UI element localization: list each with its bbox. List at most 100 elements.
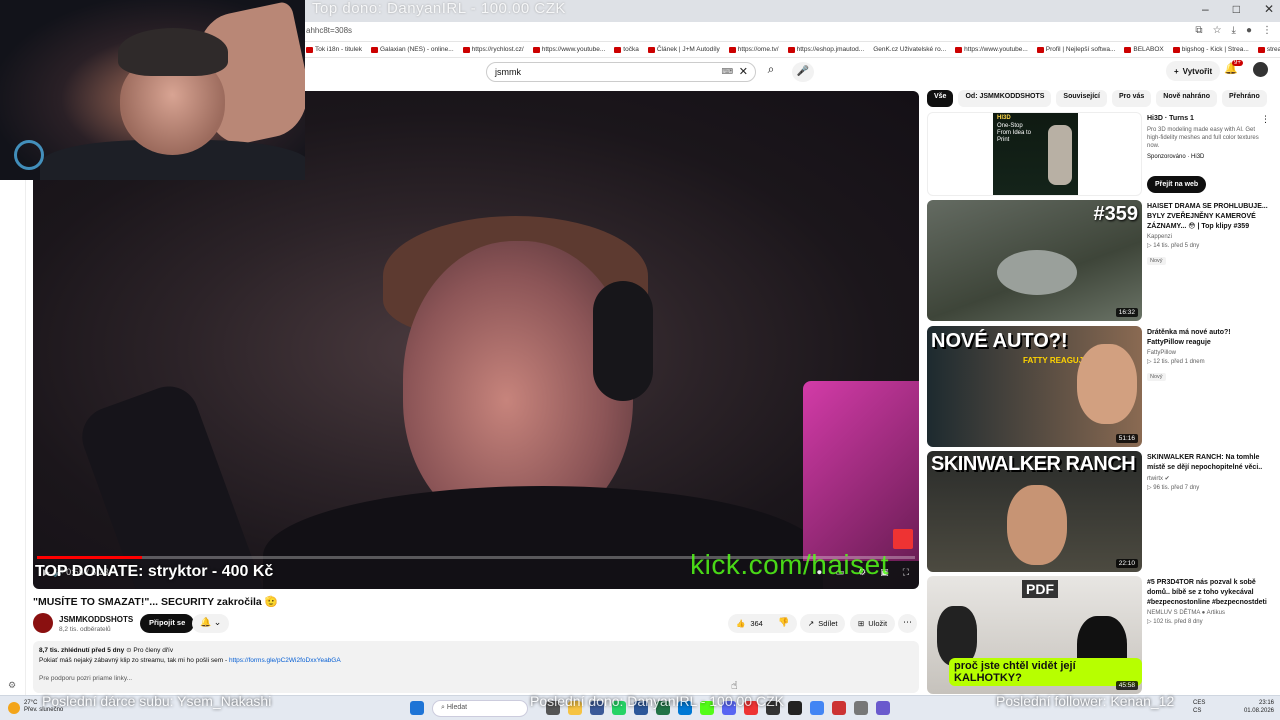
subscriber-count: 8,2 tis. odběratelů	[59, 626, 111, 633]
like-count: 364	[750, 619, 763, 628]
bookmark[interactable]: Profil | Nejlepší softwa...	[1036, 46, 1115, 53]
video-thumbnail[interactable]: SKINWALKER RANCH 22:10	[927, 451, 1142, 572]
bookmark[interactable]: GenK.cz Uživatelské ro...	[873, 46, 946, 53]
bookmark-favicon-icon	[614, 46, 622, 53]
settings-gear-icon[interactable]: ⚙	[8, 680, 16, 691]
bookmark[interactable]: BELABOX	[1124, 46, 1164, 53]
video-description[interactable]: 8,7 tis. zhlédnutí před 5 dny ⊙ Pro člen…	[33, 641, 919, 693]
download-icon[interactable]: ⤓	[1232, 25, 1236, 36]
channel-name[interactable]: FattyPillow	[1147, 350, 1269, 356]
channel-name[interactable]: JSMMKODDSHOTS	[59, 615, 133, 624]
clear-search-icon[interactable]: ✕	[739, 65, 748, 78]
bookmark[interactable]: https://rychlost.cz/	[462, 46, 524, 53]
ad-title[interactable]: Hi3D · Turns 1	[1147, 114, 1269, 124]
chip-for-you[interactable]: Pro vás	[1112, 90, 1152, 107]
search-icon[interactable]: ⌕	[760, 62, 782, 82]
recommended-video[interactable]: #359 16:32 HAISET DRAMA SE PROHLUBUJE...…	[927, 200, 1272, 321]
channel-name[interactable]: Kappenzi	[1147, 234, 1269, 240]
maximize-icon[interactable]: □	[1233, 2, 1240, 16]
microphone-icon[interactable]: 🎤	[792, 62, 814, 82]
thumb-person	[937, 606, 977, 666]
create-button[interactable]: + Vytvořit	[1166, 61, 1221, 81]
video-title[interactable]: Drátěnka má nové auto?! FattyPillow reag…	[1147, 328, 1269, 348]
share-icon: ↗	[808, 619, 815, 628]
chip-watched[interactable]: Přehráno	[1221, 90, 1267, 107]
like-button[interactable]: 👍 364	[728, 614, 771, 633]
cast-icon[interactable]: ⧉	[1195, 25, 1202, 36]
recommended-video[interactable]: NOVÉ AUTO?! FATTY REAGUJE 51:16 Drátěnka…	[927, 326, 1272, 447]
channel-name[interactable]: rtwirtx ✔	[1147, 475, 1269, 482]
recommended-video[interactable]: SKINWALKER RANCH 22:10 SKINWALKER RANCH:…	[927, 451, 1272, 572]
video-info: HAISET DRAMA SE PROHLUBUJE... BYLY ZVEŘE…	[1147, 202, 1269, 267]
minimize-icon[interactable]: –	[1202, 2, 1209, 16]
more-actions-icon[interactable]: ⋯	[898, 614, 917, 633]
bookmark[interactable]: stream	[1257, 46, 1280, 53]
thumb-text: #359	[1093, 203, 1139, 225]
ad-thumbnail[interactable]: HI3D One-Stop From Idea to Print	[927, 112, 1142, 196]
video-title[interactable]: #5 PR3D4TOR nás pozval k sobě domů.. bíb…	[1147, 578, 1269, 608]
keyboard-icon[interactable]: ⌨	[721, 67, 733, 76]
weather-sun-icon[interactable]	[8, 702, 20, 714]
bookmark-favicon-icon	[1257, 46, 1265, 53]
close-icon[interactable]: ✕	[1264, 2, 1274, 16]
url-text[interactable]: ahhc8t=308s	[306, 26, 352, 35]
language-indicator[interactable]: CES CS	[1193, 699, 1205, 715]
bookmark[interactable]: https://ome.tv/	[728, 46, 779, 53]
bookmark[interactable]: https://www.youtube...	[955, 46, 1028, 53]
taskbar-search[interactable]: ⌕ Hledat	[432, 700, 528, 717]
visit-site-button[interactable]: Přejít na web	[1147, 176, 1207, 193]
chip-recently-uploaded[interactable]: Nově nahráno	[1156, 90, 1217, 107]
sponsored-ad[interactable]: HI3D One-Stop From Idea to Print Hi3D · …	[927, 112, 1272, 196]
video-thumbnail[interactable]: PDF proč jste chtěl vidět její KALHOTKY?…	[927, 576, 1142, 694]
share-button[interactable]: ↗ Sdílet	[800, 614, 846, 633]
save-button[interactable]: ⊞ Uložit	[850, 614, 896, 633]
thumb-text: PDF	[1022, 580, 1058, 598]
bookmark-favicon-icon	[787, 46, 795, 53]
bookmark[interactable]: Galaxian (NES) - online...	[370, 46, 454, 53]
bookmark-favicon-icon	[647, 46, 655, 53]
channel-avatar[interactable]	[33, 613, 53, 633]
app-icon[interactable]	[832, 701, 846, 715]
bookmark[interactable]: bigshog - Kick | Strea...	[1172, 46, 1249, 53]
system-clock[interactable]: 23:16 01.08.2026	[1244, 699, 1274, 715]
chip-related[interactable]: Související	[1056, 90, 1107, 107]
menu-icon[interactable]: ⋮	[1262, 25, 1272, 36]
bookmark[interactable]: https://www.youtube...	[532, 46, 605, 53]
subscription-bell-button[interactable]: 🔔 ⌄	[192, 614, 230, 633]
more-vert-icon[interactable]: ⋮	[1261, 114, 1270, 125]
video-title[interactable]: SKINWALKER RANCH: Na tomhle místě se děj…	[1147, 453, 1269, 473]
video-thumbnail[interactable]: #359 16:32	[927, 200, 1142, 321]
search-input-value[interactable]: jsmmk	[495, 67, 521, 77]
join-button[interactable]: Připojit se	[140, 614, 195, 633]
chrome-icon[interactable]	[810, 701, 824, 715]
bookmark-favicon-icon	[370, 46, 378, 53]
fullscreen-icon[interactable]: ⛶	[903, 567, 909, 578]
bookmark[interactable]: https://eshop.jmautod...	[787, 46, 864, 53]
overlay-top-donor: Top dono: DanyanIRL - 100.00 CZK	[312, 0, 566, 17]
github-icon[interactable]	[788, 701, 802, 715]
channel-name[interactable]: NEMLUV S DĚTMA ● Artikus	[1147, 610, 1269, 616]
bookmark-star-icon[interactable]: ☆	[1213, 25, 1222, 36]
bookmark-favicon-icon	[728, 46, 736, 53]
webcam-overlay	[0, 0, 305, 180]
description-link[interactable]: https://forms.gle/pC2Wi2foDxxYeabGA	[229, 657, 341, 664]
description-more-text: Pre podporu pozri priame linky...	[39, 675, 133, 682]
profile-icon[interactable]: ●	[1246, 25, 1252, 36]
video-thumbnail[interactable]: NOVÉ AUTO?! FATTY REAGUJE 51:16	[927, 326, 1142, 447]
dislike-button[interactable]: 👎	[770, 614, 798, 633]
search-input[interactable]: jsmmk ⌨ ✕	[486, 62, 756, 82]
app-icon[interactable]	[876, 701, 890, 715]
app-icon[interactable]	[854, 701, 868, 715]
overlay-top-donate: TOP DONATE: stryktor - 400 Kč	[35, 563, 274, 580]
video-title[interactable]: HAISET DRAMA SE PROHLUBUJE... BYLY ZVEŘE…	[1147, 202, 1269, 232]
bookmark[interactable]: Článek | J+M Autodíly	[647, 46, 720, 53]
account-avatar[interactable]	[1253, 62, 1268, 77]
start-windows-icon[interactable]	[410, 701, 424, 715]
thumb-subtext: proč jste chtěl vidět její KALHOTKY?	[949, 658, 1142, 686]
bookmark[interactable]: točka	[614, 46, 639, 53]
bookmark[interactable]: Tok i18n - titulek	[306, 46, 362, 53]
ad-description: Pro 3D modeling made easy with AI. Get h…	[1147, 127, 1259, 149]
chip-all[interactable]: Vše	[927, 90, 954, 107]
chip-from-channel[interactable]: Od: JSMMKODDSHOTS	[958, 90, 1052, 107]
recommended-video[interactable]: PDF proč jste chtěl vidět její KALHOTKY?…	[927, 576, 1272, 694]
